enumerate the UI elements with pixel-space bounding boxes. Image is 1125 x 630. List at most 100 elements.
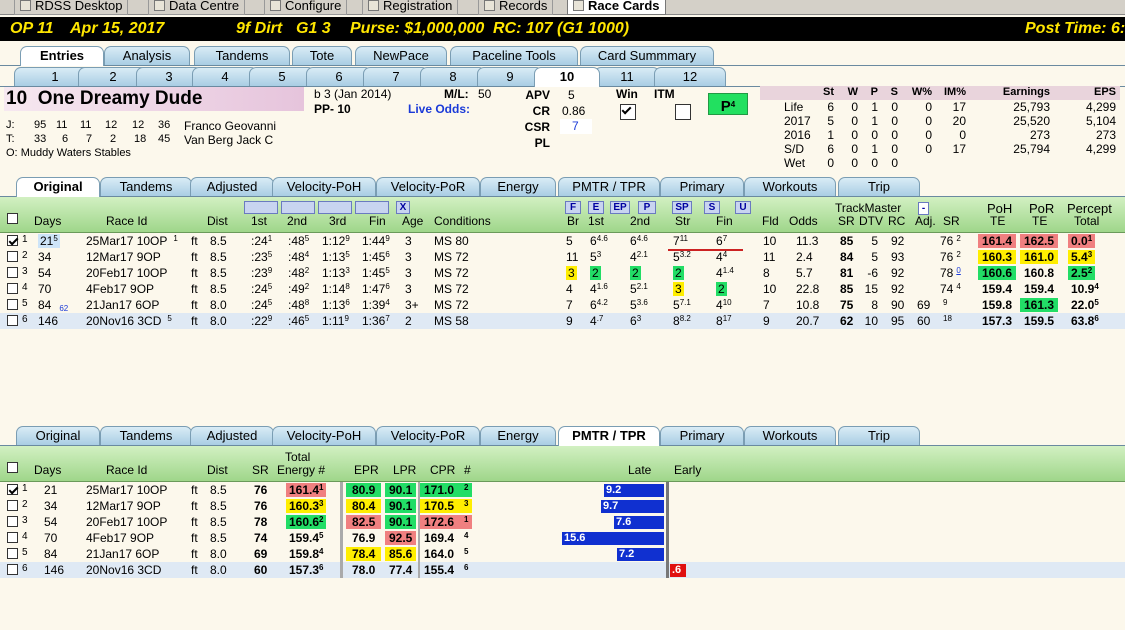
total-energy-value: 160.62	[286, 515, 327, 529]
table-row[interactable]: 4 70 4Feb17 9OP ft 8.5 74 159.45 76.9 92.5 169.4 4…	[0, 530, 1125, 546]
itm-checkbox[interactable]	[675, 104, 692, 120]
race-class: 90	[891, 298, 905, 312]
select-all-checkbox-2[interactable]	[7, 462, 18, 473]
fin-sup: 4	[385, 298, 390, 307]
row-checkbox[interactable]	[7, 251, 18, 262]
tab-horse-12[interactable]: 12	[654, 67, 726, 86]
tab-horse-11[interactable]: 11	[594, 67, 660, 86]
tab-newpace[interactable]: NewPace	[355, 46, 447, 65]
row-checkbox[interactable]	[7, 283, 18, 294]
tab-pmtr-tpr[interactable]: PMTR / TPR	[558, 177, 660, 196]
row-checkbox[interactable]	[7, 235, 18, 246]
cpr-sup: 2	[464, 483, 469, 492]
sr2-value: 78	[940, 266, 954, 280]
tab-adjusted[interactable]: Adjusted	[190, 426, 274, 445]
tab-pmtr-tpr[interactable]: PMTR / TPR	[558, 426, 660, 446]
row-checkbox[interactable]	[7, 484, 18, 495]
c2-value: 4	[630, 250, 637, 264]
tab-card-summary[interactable]: Card Summmary	[580, 46, 714, 65]
table-row[interactable]: 5 84 62 21Jan17 6OP ft 8.0:245:488 1:136 1:394 3…	[0, 297, 1125, 313]
tab-records[interactable]: Records	[478, 0, 554, 15]
post-position: PP- 10	[314, 102, 351, 116]
select-all-checkbox[interactable]	[7, 213, 18, 224]
fraction-1-button[interactable]	[244, 201, 278, 214]
row-checkbox[interactable]	[7, 299, 18, 310]
tab-entries[interactable]: Entries	[20, 46, 104, 66]
filter-s-button[interactable]: S	[704, 201, 720, 214]
epr: 82.5	[346, 515, 382, 529]
table-row[interactable]: 4 70 4Feb17 9OP ft 8.5:245:492 1:148 1:476 3 MS …	[0, 281, 1125, 297]
cf: 41.4	[716, 266, 734, 280]
x-button[interactable]: X	[396, 201, 410, 214]
row-checkbox[interactable]	[7, 267, 18, 278]
tab-tandems[interactable]: Tandems	[100, 426, 192, 445]
tab-velocity-poh[interactable]: Velocity-PoH	[272, 426, 376, 445]
tab-data-centre[interactable]: Data Centre	[148, 0, 246, 15]
tab-velocity-por[interactable]: Velocity-PoR	[376, 177, 480, 196]
tab-original[interactable]: Original	[16, 177, 100, 197]
tab-workouts[interactable]: Workouts	[744, 426, 836, 445]
distance: 8.0	[210, 314, 227, 328]
tab-registration[interactable]: Registration	[362, 0, 459, 15]
tab-tandems[interactable]: Tandems	[100, 177, 192, 196]
distance: 8.0	[210, 563, 227, 577]
row-checkbox[interactable]	[7, 564, 18, 575]
filter-u-button[interactable]: U	[735, 201, 751, 214]
tab-rdss-desktop[interactable]: RDSS Desktop	[14, 0, 129, 15]
row-checkbox[interactable]	[7, 516, 18, 527]
table-row[interactable]: 3 54 20Feb17 10OP ft 8.5 78 160.62 82.5 90.1 172.…	[0, 514, 1125, 530]
fraction-fin-button[interactable]	[355, 201, 389, 214]
br-value: 7	[566, 298, 573, 312]
filter-e-button[interactable]: E	[588, 201, 604, 214]
tab-energy[interactable]: Energy	[480, 426, 556, 445]
f3-value: 1:11	[322, 314, 345, 328]
tab-analysis[interactable]: Analysis	[104, 46, 190, 65]
tab-tandems[interactable]: Tandems	[194, 46, 290, 65]
stats-value: 25,794	[1013, 142, 1050, 156]
table-row[interactable]: 5 84 21Jan17 6OP ft 8.0 69 159.84 78.4 85.6 164.0…	[0, 546, 1125, 562]
row-checkbox[interactable]	[7, 548, 18, 559]
tab-paceline-tools[interactable]: Paceline Tools	[450, 46, 578, 65]
row-checkbox[interactable]	[7, 315, 18, 326]
br: 9	[566, 314, 573, 328]
table-row[interactable]: 6 146 20Nov16 3CD ft 8.0 60 157.36 78.0 77.4 155.…	[0, 562, 1125, 578]
table-row[interactable]: 6 146 20Nov16 3CD 5 ft 8.0:229:465 1:119 1:367 2…	[0, 313, 1125, 329]
tab-velocity-poh[interactable]: Velocity-PoH	[272, 177, 376, 196]
tab-adjusted[interactable]: Adjusted	[190, 177, 274, 196]
row-checkbox[interactable]	[7, 532, 18, 543]
filter-sp-button[interactable]: SP	[672, 201, 692, 214]
filter-f-button[interactable]: F	[565, 201, 581, 214]
tab-trip[interactable]: Trip	[838, 177, 920, 196]
br: 5	[566, 234, 573, 248]
table-row[interactable]: 2 34 12Mar17 9OP ft 8.5:235:484 1:135 1:456 3 MS…	[0, 249, 1125, 265]
data-icon	[154, 0, 165, 11]
late-bar: 15.6	[562, 532, 664, 545]
table-row[interactable]: 1 215 25Mar17 10OP 1 ft 8.5:241:485 1:129 1:449…	[0, 233, 1125, 249]
tab-primary[interactable]: Primary	[660, 177, 744, 196]
filter-p-button[interactable]: P	[638, 201, 656, 214]
tab-trip[interactable]: Trip	[838, 426, 920, 445]
fraction-2-button[interactable]	[281, 201, 315, 214]
tab-workouts[interactable]: Workouts	[744, 177, 836, 196]
tab-original[interactable]: Original	[16, 426, 100, 445]
days: 84 62	[38, 298, 68, 313]
tab-configure[interactable]: Configure	[264, 0, 348, 15]
tab-primary[interactable]: Primary	[660, 426, 744, 445]
stats-row: 2017 5 0 1 0 0 20 25,520 5,104	[760, 114, 1120, 128]
tab-tote[interactable]: Tote	[292, 46, 352, 65]
filter-ep-button[interactable]: EP	[610, 201, 630, 214]
percept-number: 2.5	[1071, 266, 1088, 280]
lpr: 90.1	[385, 499, 417, 513]
table-row[interactable]: 2 34 12Mar17 9OP ft 8.5 76 160.33 80.4 90.1 170.5…	[0, 498, 1125, 514]
win-checkbox[interactable]	[620, 104, 636, 120]
table-row[interactable]: 3 54 20Feb17 10OP ft 8.5:239:482 1:133 1:455 3 M…	[0, 265, 1125, 281]
row-checkbox[interactable]	[7, 500, 18, 511]
table-row[interactable]: 1 21 25Mar17 10OP ft 8.5 76 161.41 80.9 90.1 171.…	[0, 482, 1125, 498]
speed-rating: 76	[254, 499, 268, 513]
tab-horse-10[interactable]: 10	[534, 67, 600, 87]
tab-velocity-por[interactable]: Velocity-PoR	[376, 426, 480, 445]
tab-race-cards[interactable]: Race Cards	[567, 0, 666, 15]
cpr-number: 164.0	[424, 547, 455, 561]
tab-energy[interactable]: Energy	[480, 177, 556, 196]
fraction-3-button[interactable]	[318, 201, 352, 214]
